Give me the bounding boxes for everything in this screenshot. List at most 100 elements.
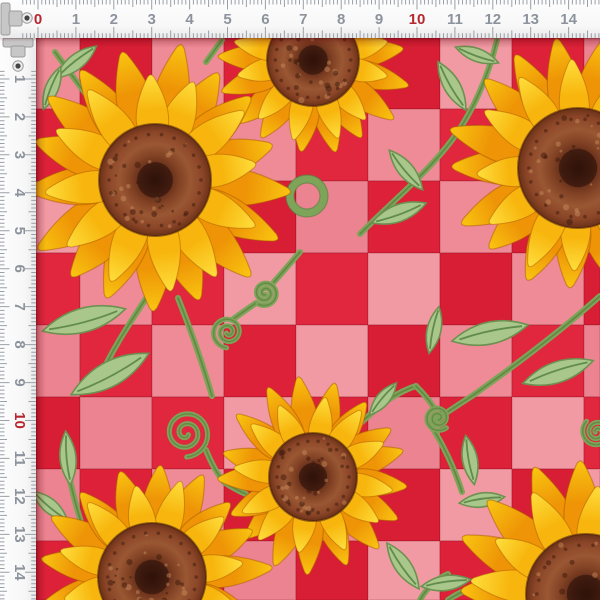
ruler-shadow-left: [36, 38, 46, 600]
disc-speckle: [572, 145, 576, 149]
disc-speckle: [151, 211, 157, 217]
disc-seed-dot: [109, 191, 113, 195]
disc-seed-dot: [349, 58, 353, 62]
disc-seed-dot: [287, 87, 291, 91]
top-tape-number: 9: [375, 11, 383, 28]
disc-speckle: [306, 456, 310, 460]
disc-speckle: [166, 592, 169, 595]
disc-seed-dot: [569, 215, 573, 219]
disc-seed-dot: [275, 48, 279, 52]
disc-seed-dot: [342, 495, 346, 499]
disc-seed-dot: [544, 129, 548, 133]
disc-seed-dot: [281, 495, 285, 499]
disc-speckle: [320, 457, 323, 460]
disc-seed-dot: [543, 566, 547, 570]
disc-speckle: [340, 464, 344, 468]
left-tape-number: 9: [11, 378, 28, 386]
top-tape-number: 3: [148, 11, 156, 28]
disc-seed-dot: [577, 544, 581, 548]
disc-speckle: [560, 150, 563, 153]
disc-speckle: [127, 140, 130, 143]
left-tape-body: [0, 0, 36, 600]
disc-seed-dot: [275, 69, 279, 73]
disc-speckle: [279, 451, 285, 457]
disc-speckle: [324, 67, 330, 73]
flower-center-hole: [137, 162, 173, 198]
disc-speckle: [126, 559, 132, 565]
disc-speckle: [333, 70, 338, 75]
disc-speckle: [180, 582, 184, 586]
disc-seed-dot: [193, 588, 197, 592]
disc-seed-dot: [160, 133, 164, 137]
disc-seed-dot: [591, 543, 595, 547]
fabric-print: [0, 0, 600, 600]
disc-seed-dot: [109, 165, 113, 169]
disc-seed-dot: [194, 575, 198, 579]
disc-seed-dot: [583, 215, 587, 219]
disc-speckle: [547, 189, 551, 193]
disc-speckle: [177, 564, 179, 566]
disc-seed-dot: [179, 542, 183, 546]
disc-seed-dot: [192, 153, 196, 157]
disc-speckle: [166, 583, 169, 586]
disc-seed-dot: [288, 502, 292, 506]
disc-speckle: [158, 206, 161, 209]
disc-speckle: [590, 183, 592, 185]
disc-speckle: [139, 210, 143, 214]
disc-speckle: [161, 205, 164, 208]
left-tape-number: 3: [11, 151, 28, 159]
disc-speckle: [327, 61, 331, 65]
disc-seed-dot: [183, 143, 187, 147]
disc-speckle: [175, 580, 181, 586]
disc-seed-dot: [306, 511, 310, 515]
disc-speckle: [300, 510, 303, 513]
disc-seed-dot: [317, 96, 321, 100]
disc-speckle: [119, 187, 123, 191]
disc-speckle: [534, 146, 537, 149]
disc-seed-dot: [277, 465, 281, 469]
left-measuring-tape: 1234567891011121314: [0, 0, 36, 600]
disc-speckle: [556, 141, 561, 146]
disc-seed-dot: [296, 93, 300, 97]
disc-speckle: [129, 576, 131, 578]
disc-speckle: [107, 159, 113, 165]
disc-speckle: [107, 580, 113, 586]
disc-speckle: [136, 590, 140, 594]
disc-speckle: [597, 147, 600, 150]
top-tape-number: 6: [261, 11, 269, 28]
top-tape-number: 2: [110, 11, 118, 28]
disc-speckle: [182, 590, 188, 596]
disc-seed-dot: [132, 535, 136, 539]
disc-speckle: [594, 542, 598, 546]
disc-speckle: [294, 85, 299, 90]
disc-seed-dot: [108, 563, 112, 567]
disc-seed-dot: [335, 502, 339, 506]
disc-seed-dot: [296, 442, 300, 446]
disc-seed-dot: [279, 79, 283, 83]
disc-speckle: [135, 162, 141, 168]
top-measuring-tape: 01234567891011121314: [0, 0, 600, 38]
disc-speckle: [125, 216, 130, 221]
disc-speckle: [281, 63, 286, 68]
disc-speckle: [295, 496, 299, 500]
left-tape-number: 10: [11, 412, 28, 429]
disc-speckle: [559, 588, 565, 594]
disc-speckle: [289, 467, 294, 472]
flower-center-hole: [298, 45, 327, 74]
disc-seed-dot: [123, 143, 127, 147]
disc-seed-dot: [172, 136, 176, 140]
left-tape-number: 8: [11, 340, 28, 348]
disc-seed-dot: [316, 439, 320, 443]
disc-seed-dot: [306, 96, 310, 100]
flower-center-hole: [135, 560, 170, 595]
disc-speckle: [566, 219, 572, 225]
flower-center-hole: [559, 149, 597, 187]
disc-speckle: [532, 593, 535, 596]
disc-speckle: [126, 184, 131, 189]
disc-speckle: [544, 155, 548, 159]
disc-speckle: [536, 572, 540, 576]
disc-seed-dot: [192, 203, 196, 207]
disc-seed-dot: [169, 535, 173, 539]
disc-seed-dot: [583, 117, 587, 121]
disc-seed-dot: [564, 547, 568, 551]
